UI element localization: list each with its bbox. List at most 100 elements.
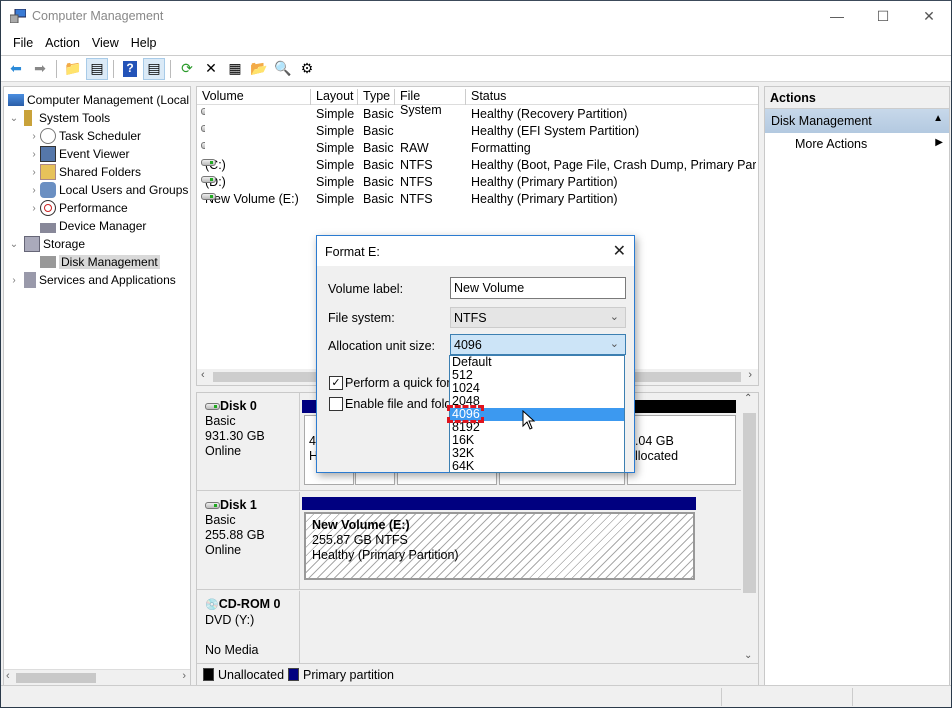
collapse-icon[interactable]: ▲ [933,113,943,124]
partition-size: 255.87 GB NTFS [312,533,408,547]
column-type[interactable]: Type [358,89,395,105]
chevron-down-icon: ⌄ [609,311,619,323]
performance-icon [40,200,56,216]
cdrom-0-info[interactable]: 💿CD-ROM 0 DVD (Y:) No Media [197,591,300,663]
cdrom-icon: 💿 [205,599,219,611]
cell-layout: Simple [316,158,355,172]
chevron-right-icon[interactable]: › [28,203,40,214]
partition-unallocated[interactable]: 0.04 GB allocated [627,415,736,485]
tree-item-event-viewer[interactable]: › Event Viewer [28,145,129,163]
tree-item-services-applications[interactable]: › Services and Applications [8,271,176,289]
properties-icon[interactable]: ▦ [224,58,246,80]
cell-fs: NTFS [400,158,433,172]
cell-type: Basic [363,192,394,206]
tree-item-task-scheduler[interactable]: › Task Scheduler [28,127,141,145]
file-system-select[interactable]: NTFS ⌄ [450,307,626,328]
chevron-right-icon[interactable]: › [28,167,40,178]
menu-action[interactable]: Action [39,36,86,50]
chevron-down-icon[interactable]: ⌄ [8,113,20,124]
scrollbar-thumb[interactable] [16,673,96,683]
partition-bar-primary [302,497,696,510]
disk-0-info[interactable]: Disk 0 Basic 931.30 GB Online [197,393,300,490]
column-status[interactable]: Status [466,89,758,105]
chevron-right-icon[interactable]: › [28,131,40,142]
chevron-right-icon[interactable]: › [28,149,40,160]
partition-new-volume-e[interactable]: New Volume (E:) 255.87 GB NTFS Healthy (… [304,512,695,580]
event-viewer-icon [40,146,56,162]
close-icon[interactable]: ✕ [613,241,626,261]
back-icon[interactable]: ⬅ [5,58,27,80]
chevron-down-icon[interactable]: ⌄ [8,239,20,250]
tree-item-performance[interactable]: › Performance [28,199,128,217]
menu-view[interactable]: View [86,36,125,50]
compression-label: Enable file and folder [345,397,463,411]
show-hide-tree-icon[interactable]: ▤ [86,57,108,80]
cell-volume [201,124,205,138]
close-button[interactable]: ✕ [906,1,952,31]
option-64k[interactable]: 64K [450,460,624,473]
action-more-actions[interactable]: More Actions ▶ [765,133,949,155]
volume-row[interactable]: Simple Basic RAW Formatting [197,140,758,157]
volume-row[interactable]: (D:) Simple Basic NTFS Healthy (Primary Part… [197,174,758,191]
scroll-right-icon[interactable]: › [748,369,752,381]
maximize-button[interactable]: ☐ [860,1,906,31]
tree-item-local-users[interactable]: › Local Users and Groups [28,181,188,199]
volume-label-label: Volume label: [328,282,404,296]
allocation-unit-select[interactable]: 4096 ⌄ [450,334,626,355]
column-layout[interactable]: Layout [311,89,358,105]
help-icon[interactable]: ? [119,58,141,80]
volume-list-header: Volume Layout Type File System Status [197,87,758,117]
file-system-label: File system: [328,311,395,325]
column-file-system[interactable]: File System [395,89,466,117]
quick-format-checkbox[interactable]: ✓ [329,376,343,390]
menu-file[interactable]: File [7,36,39,50]
tree-root-label: Computer Management (Local [27,93,190,107]
chevron-right-icon[interactable]: › [8,275,20,286]
forward-icon[interactable]: ➡ [29,58,51,80]
volume-row[interactable]: Simple Basic Healthy (EFI System Partition… [197,123,758,140]
open-icon[interactable]: 📂 [248,58,270,80]
delete-icon[interactable]: ✕ [200,58,222,80]
tree-item-system-tools[interactable]: ⌄ System Tools [8,109,110,127]
legend-swatch-primary [288,668,300,681]
tree-item-shared-folders[interactable]: › Shared Folders [28,163,141,181]
tree-item-storage[interactable]: ⌄ Storage [8,235,85,253]
volume-row[interactable]: (C:) Simple Basic NTFS Healthy (Boot, Page F… [197,157,758,174]
scroll-down-icon[interactable]: ⌄ [744,650,752,661]
settings-icon[interactable]: ⚙ [296,58,318,80]
scrollbar-thumb[interactable] [743,413,756,593]
tree-item-disk-management[interactable]: Disk Management [40,253,160,271]
scroll-left-icon[interactable]: ‹ [6,670,10,682]
tree-horizontal-scrollbar[interactable]: ‹ › [4,669,190,685]
refresh-icon[interactable]: ⟳ [176,58,198,80]
allocation-unit-value: 4096 [454,338,482,352]
tree-label: Storage [43,237,86,251]
option-16k[interactable]: 16K [450,434,624,447]
scroll-up-icon[interactable]: ⌃ [744,393,752,404]
volume-row[interactable]: New Volume (E:) Simple Basic NTFS Healthy (P… [197,191,758,208]
chevron-right-icon[interactable]: › [28,185,40,196]
tree-root[interactable]: Computer Management (Local [8,91,189,109]
actions-section-disk-management[interactable]: Disk Management ▲ [765,109,949,133]
scroll-left-icon[interactable]: ‹ [201,369,205,381]
disk-view-vertical-scrollbar[interactable]: ⌃ ⌄ [741,393,758,663]
compression-checkbox[interactable] [329,397,343,411]
menu-help[interactable]: Help [125,36,163,50]
volume-label-input[interactable]: New Volume [450,277,626,299]
scroll-right-icon[interactable]: › [182,670,186,682]
column-volume[interactable]: Volume [197,89,311,105]
option-32k[interactable]: 32K [450,447,624,460]
cell-type: Basic [363,124,394,138]
option-default[interactable]: Default [450,356,624,369]
search-icon[interactable]: 🔍 [272,58,294,80]
mouse-cursor-icon [522,410,536,430]
volume-row[interactable]: Simple Basic Healthy (Recovery Partition) [197,106,758,123]
show-hide-action-icon[interactable]: ▤ [143,57,165,80]
window-title: Computer Management [32,9,164,23]
disk-1-info[interactable]: Disk 1 Basic 255.88 GB Online [197,492,300,589]
disk-management-icon [40,256,56,268]
up-icon[interactable]: 📁 [62,58,84,80]
tree-item-device-manager[interactable]: Device Manager [40,217,146,235]
partition-status: Healthy (Primary Partition) [312,548,459,562]
minimize-button[interactable]: — [814,1,860,31]
